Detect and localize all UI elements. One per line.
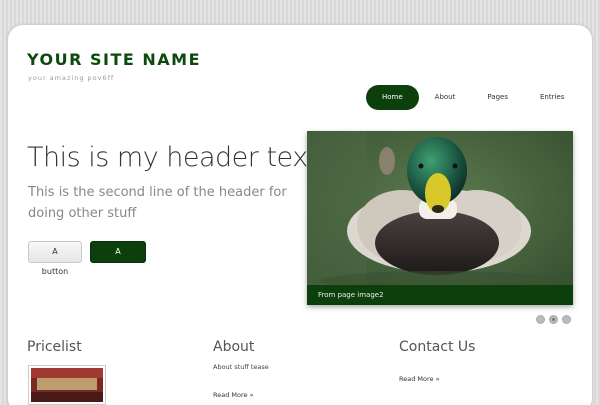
main-nav: Home About Pages Entries bbox=[366, 85, 580, 110]
image-slider[interactable]: From page image2 bbox=[307, 131, 573, 305]
hero-title: This is my header text bbox=[27, 142, 318, 173]
duck-image bbox=[307, 131, 573, 305]
slider-caption: From page image2 bbox=[307, 285, 573, 305]
carriages-sign-image bbox=[31, 368, 103, 402]
about-teaser: About stuff tease bbox=[213, 363, 269, 371]
slider-dots bbox=[536, 315, 571, 324]
pricelist-thumbnail[interactable] bbox=[28, 365, 106, 405]
contact-heading: Contact Us bbox=[399, 339, 476, 355]
dark-button[interactable]: A button bbox=[90, 241, 146, 276]
pricelist-heading: Pricelist bbox=[27, 339, 82, 355]
slider-dot-2[interactable] bbox=[549, 315, 558, 324]
slider-dot-1[interactable] bbox=[536, 315, 545, 324]
about-read-more-link[interactable]: Read More » bbox=[213, 391, 254, 399]
about-heading: About bbox=[213, 339, 255, 355]
contact-read-more-link[interactable]: Read More » bbox=[399, 375, 440, 383]
nav-item-about[interactable]: About bbox=[419, 85, 472, 110]
nav-item-entries[interactable]: Entries bbox=[524, 85, 580, 110]
light-button[interactable]: A button bbox=[28, 241, 82, 276]
nav-item-home[interactable]: Home bbox=[366, 85, 419, 110]
site-name[interactable]: YOUR SITE NAME bbox=[27, 50, 201, 69]
site-tagline: your amazing pov6ff bbox=[28, 74, 115, 82]
hero-subtitle: This is the second line of the header fo… bbox=[28, 185, 287, 221]
nav-item-pages[interactable]: Pages bbox=[471, 85, 524, 110]
slider-dot-3[interactable] bbox=[562, 315, 571, 324]
